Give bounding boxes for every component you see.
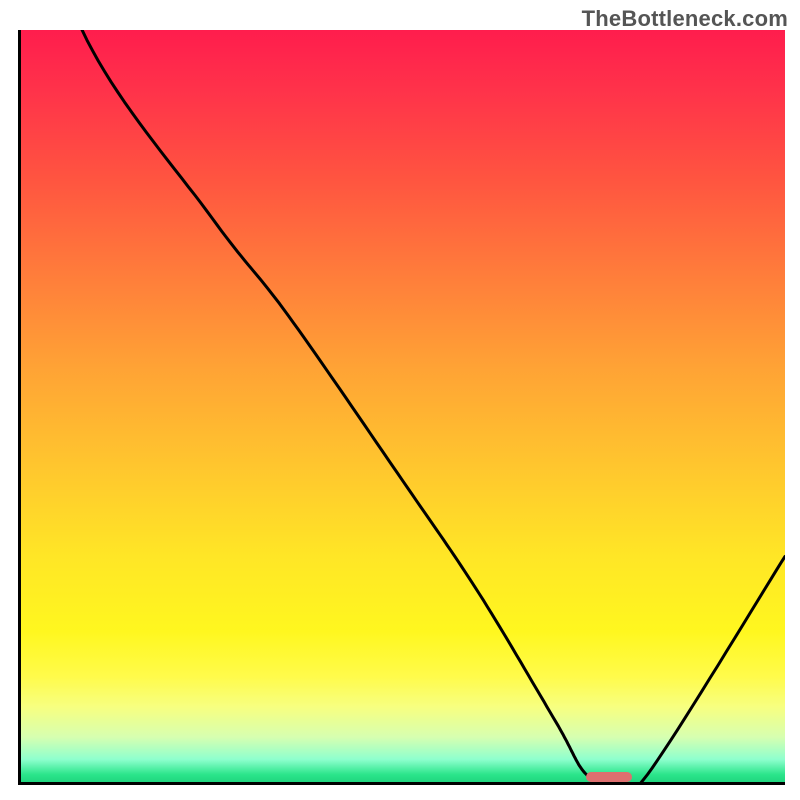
chart-container: TheBottleneck.com [0, 0, 800, 800]
bottleneck-curve [21, 30, 785, 782]
curve-path [21, 30, 785, 782]
optimal-range-marker [586, 772, 632, 782]
watermark-text: TheBottleneck.com [582, 6, 788, 32]
plot-area [18, 30, 785, 785]
